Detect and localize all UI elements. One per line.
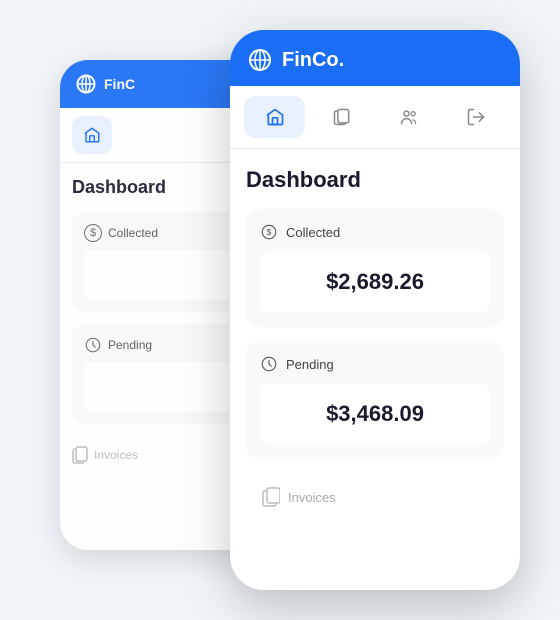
front-globe-icon — [248, 48, 272, 72]
front-pending-card: Pending $3,468.09 — [246, 341, 504, 459]
front-clock-icon — [260, 355, 278, 373]
phone-front: FinCo. — [230, 30, 520, 590]
front-pending-label: Pending — [286, 357, 334, 372]
front-phone-header: FinCo. — [230, 30, 520, 86]
front-invoices-label: Invoices — [288, 490, 336, 505]
back-clock-icon — [84, 336, 102, 354]
front-content: Dashboard $ Collected $2,689.26 — [230, 149, 520, 539]
front-nav-documents[interactable] — [311, 96, 372, 138]
front-collected-card: $ Collected $2,689.26 — [246, 209, 504, 327]
front-page-title: Dashboard — [246, 167, 504, 193]
front-pending-label-row: Pending — [260, 355, 490, 373]
svg-text:$: $ — [267, 228, 272, 237]
front-nav-bar — [230, 86, 520, 149]
front-documents-icon — [332, 107, 352, 127]
front-pending-value: $3,468.09 — [260, 383, 490, 445]
back-invoice-icon — [72, 446, 88, 464]
front-invoices-row: Invoices — [246, 473, 504, 521]
front-logout-icon — [466, 107, 486, 127]
front-nav-home[interactable] — [244, 96, 305, 138]
front-collected-label-row: $ Collected — [260, 223, 490, 241]
front-dollar-icon: $ — [260, 223, 278, 241]
back-nav-home[interactable] — [72, 116, 112, 154]
back-dollar-icon: $ — [84, 224, 102, 242]
front-home-icon — [265, 107, 285, 127]
front-logo: FinCo. — [282, 49, 344, 72]
front-people-icon — [399, 107, 419, 127]
front-nav-people[interactable] — [378, 96, 439, 138]
back-globe-icon — [76, 74, 96, 94]
scene: FinC Dashboard $ Collected — [40, 30, 520, 590]
front-nav-logout[interactable] — [445, 96, 506, 138]
front-collected-value: $2,689.26 — [260, 251, 490, 313]
back-logo-text: FinC — [104, 76, 135, 92]
front-collected-label: Collected — [286, 225, 340, 240]
back-home-icon — [83, 126, 101, 144]
front-invoice-icon — [262, 487, 280, 507]
